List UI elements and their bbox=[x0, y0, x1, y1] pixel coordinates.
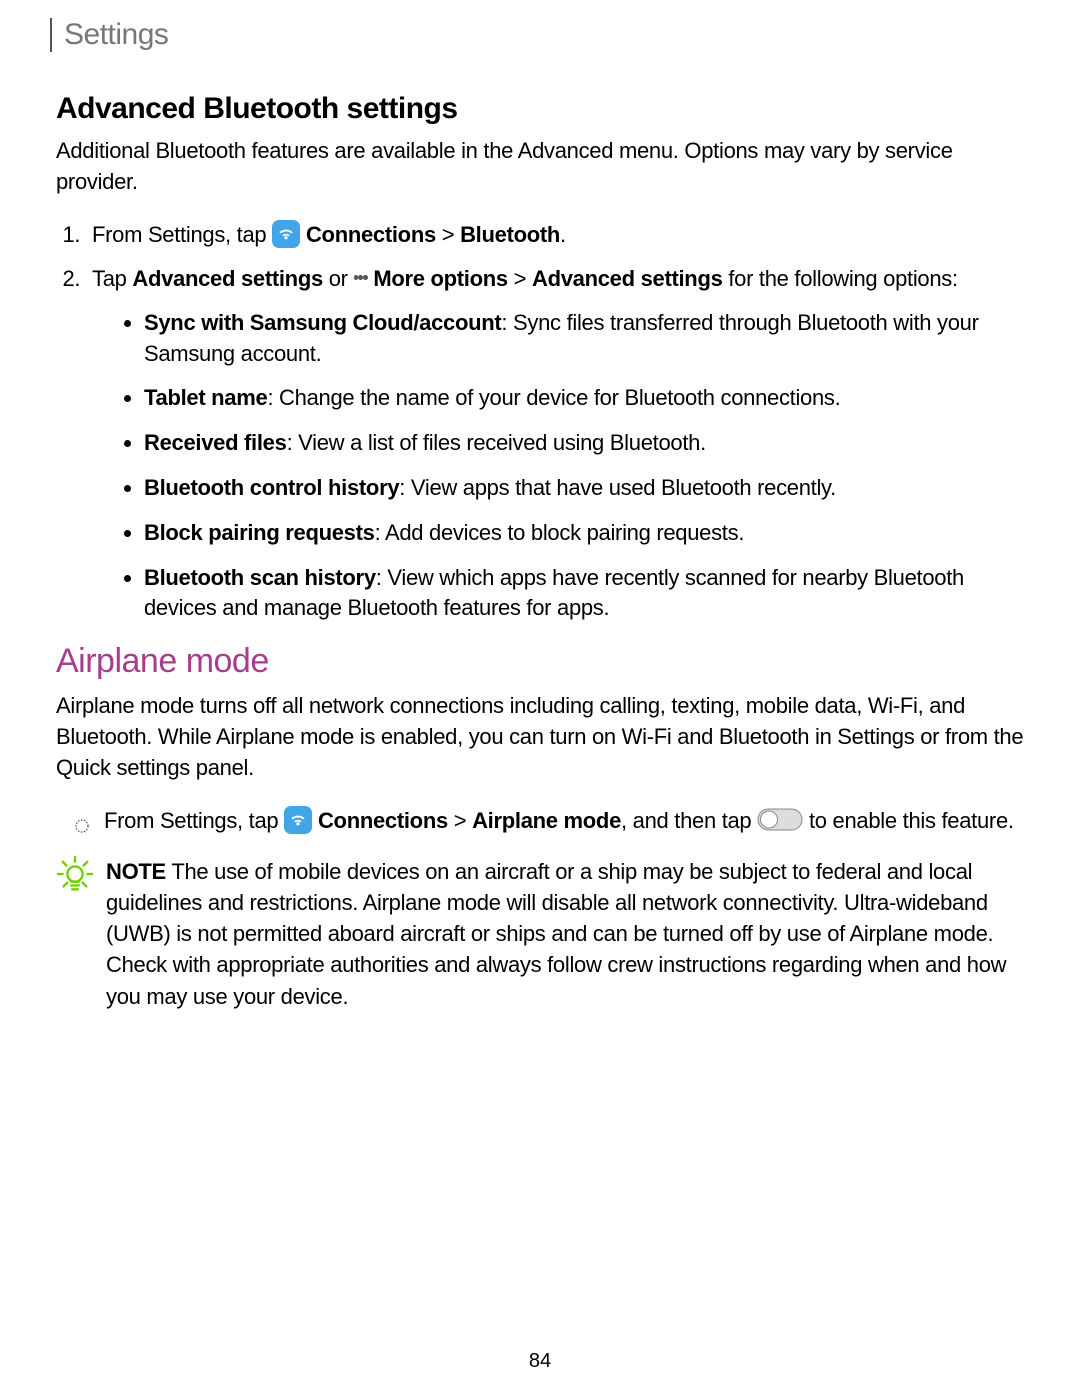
step-2: Tap Advanced settings or More options > … bbox=[86, 262, 1024, 624]
airplane-mid: , and then tap bbox=[621, 808, 757, 833]
header-bar: Settings bbox=[50, 18, 1024, 52]
option-received-files: Received files: View a list of files rec… bbox=[144, 428, 1024, 459]
step1-connections-label: Connections bbox=[306, 222, 436, 247]
step2-more-options-label: More options bbox=[373, 266, 508, 291]
option-block-pairing: Block pairing requests: Add devices to b… bbox=[144, 518, 1024, 549]
section-intro-bluetooth: Additional Bluetooth features are availa… bbox=[56, 136, 1024, 198]
connections-icon bbox=[284, 806, 312, 834]
airplane-step: From Settings, tap Connections > Airplan… bbox=[86, 804, 1024, 838]
airplane-gt: > bbox=[448, 808, 472, 833]
note-text: NOTE The use of mobile devices on an air… bbox=[106, 856, 1024, 1012]
step2-advanced-label-2: Advanced settings bbox=[532, 266, 723, 291]
step1-text-pre: From Settings, tap bbox=[92, 222, 272, 247]
step2-post: for the following options: bbox=[723, 266, 958, 291]
option-control-history-label: Bluetooth control history bbox=[144, 475, 399, 500]
option-scan-history: Bluetooth scan history: View which apps … bbox=[144, 563, 1024, 625]
option-tablet-name-label: Tablet name bbox=[144, 385, 267, 410]
breadcrumb: Settings bbox=[64, 18, 168, 51]
option-scan-history-label: Bluetooth scan history bbox=[144, 565, 376, 590]
option-control-history-desc: : View apps that have used Bluetooth rec… bbox=[399, 475, 836, 500]
step2-gt: > bbox=[508, 266, 532, 291]
option-sync: Sync with Samsung Cloud/account: Sync fi… bbox=[144, 308, 1024, 370]
option-sync-label: Sync with Samsung Cloud/account bbox=[144, 310, 501, 335]
note-body: The use of mobile devices on an aircraft… bbox=[106, 859, 1006, 1009]
airplane-post: to enable this feature. bbox=[803, 808, 1014, 833]
option-tablet-name-desc: : Change the name of your device for Blu… bbox=[267, 385, 840, 410]
step1-bluetooth-label: Bluetooth bbox=[460, 222, 560, 247]
section-heading-airplane: Airplane mode bbox=[56, 642, 1024, 681]
note-lightbulb-icon bbox=[56, 856, 94, 894]
steps-list-airplane: From Settings, tap Connections > Airplan… bbox=[56, 804, 1024, 838]
connections-icon bbox=[272, 220, 300, 248]
section-intro-airplane: Airplane mode turns off all network conn… bbox=[56, 691, 1024, 783]
steps-list-bluetooth: From Settings, tap Connections > Bluetoo… bbox=[56, 218, 1024, 625]
more-options-icon bbox=[354, 266, 368, 290]
airplane-connections-label: Connections bbox=[318, 808, 448, 833]
step2-pre: Tap bbox=[92, 266, 132, 291]
options-list: Sync with Samsung Cloud/account: Sync fi… bbox=[92, 308, 1024, 624]
option-block-pairing-desc: : Add devices to block pairing requests. bbox=[375, 520, 745, 545]
section-heading-bluetooth: Advanced Bluetooth settings bbox=[56, 92, 1024, 126]
airplane-step-pre: From Settings, tap bbox=[104, 808, 284, 833]
note-label: NOTE bbox=[106, 859, 166, 884]
toggle-off-icon bbox=[757, 808, 803, 831]
step2-advanced-label-1: Advanced settings bbox=[132, 266, 323, 291]
step1-gt: > bbox=[436, 222, 460, 247]
page-number: 84 bbox=[0, 1350, 1080, 1373]
option-control-history: Bluetooth control history: View apps tha… bbox=[144, 473, 1024, 504]
option-received-files-label: Received files bbox=[144, 430, 287, 455]
step1-post: . bbox=[560, 222, 566, 247]
step2-mid1: or bbox=[323, 266, 354, 291]
option-block-pairing-label: Block pairing requests bbox=[144, 520, 375, 545]
circle-marker-icon bbox=[74, 810, 90, 826]
option-received-files-desc: : View a list of files received using Bl… bbox=[287, 430, 706, 455]
airplane-mode-label: Airplane mode bbox=[472, 808, 621, 833]
note-block: NOTE The use of mobile devices on an air… bbox=[56, 856, 1024, 1012]
option-tablet-name: Tablet name: Change the name of your dev… bbox=[144, 383, 1024, 414]
step-1: From Settings, tap Connections > Bluetoo… bbox=[86, 218, 1024, 252]
